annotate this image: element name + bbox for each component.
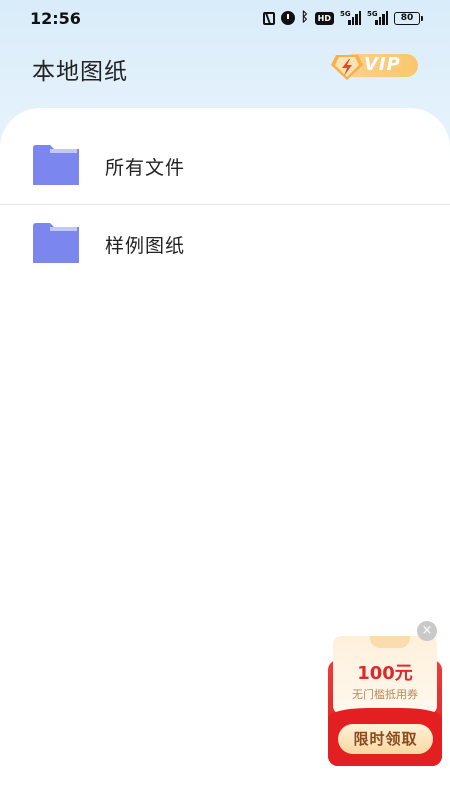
claim-coupon-button[interactable]: 限时领取 xyxy=(338,724,433,754)
vip-label: VIP xyxy=(364,54,401,75)
hd-icon: HD xyxy=(314,11,334,25)
list-item-sample-drawings[interactable]: 样例图纸 xyxy=(0,205,450,281)
list-item-all-files[interactable]: 所有文件 xyxy=(0,127,450,203)
bluetooth-icon: ᛒ xyxy=(300,10,309,25)
coupon-subtitle: 无门槛抵用券 xyxy=(352,688,418,701)
status-time: 12:56 xyxy=(30,9,81,28)
nfc-icon xyxy=(262,11,275,25)
alarm-icon xyxy=(280,11,295,25)
battery-icon: 80 xyxy=(394,11,423,25)
coupon-amount: 100元 xyxy=(357,663,413,684)
signal-icon: 5G xyxy=(340,10,361,25)
list-item-label: 所有文件 xyxy=(105,157,186,179)
vip-badge[interactable]: VIP xyxy=(328,52,418,80)
lightning-icon xyxy=(331,55,363,80)
list-item-label: 样例图纸 xyxy=(105,235,186,257)
coupon-popup[interactable]: 100元 无门槛抵用券 限时领取 xyxy=(328,628,443,768)
page-title: 本地图纸 xyxy=(32,59,128,85)
folder-icon xyxy=(33,223,79,263)
signal-icon: 5G xyxy=(367,10,388,25)
status-icons: ᛒ HD 5G 5G 80 xyxy=(262,8,423,28)
coupon-ticket-tab xyxy=(370,636,410,648)
close-icon[interactable]: × xyxy=(417,621,437,641)
status-bar: 12:56 ᛒ HD 5G 5G 80 xyxy=(0,0,450,36)
folder-icon xyxy=(33,145,79,185)
